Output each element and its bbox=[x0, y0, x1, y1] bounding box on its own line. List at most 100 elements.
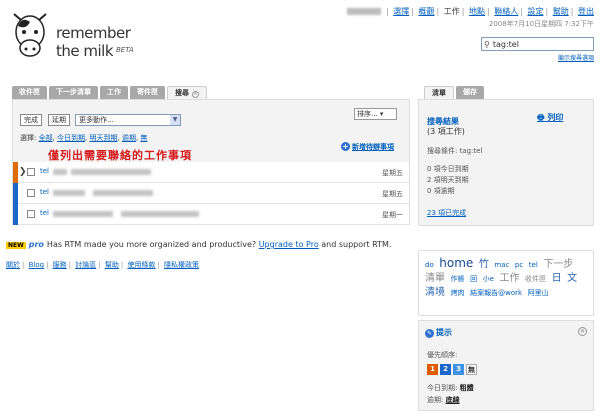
rtm-logo[interactable]: remember the milk BETA bbox=[6, 6, 146, 68]
chevron-down-icon: ▾ bbox=[379, 110, 384, 118]
task-tag[interactable]: tel bbox=[40, 167, 49, 175]
due-today-label: 今日到期: bbox=[427, 384, 458, 392]
tag-cloud-item[interactable]: 作帳 bbox=[451, 275, 465, 283]
tag-cloud-item[interactable]: pc bbox=[515, 261, 523, 269]
footer-blog[interactable]: Blog bbox=[29, 261, 44, 269]
task-tag[interactable]: tel bbox=[40, 188, 49, 196]
nav-help[interactable]: 幫助 bbox=[553, 7, 569, 16]
tag-cloud-item[interactable]: mac bbox=[494, 261, 509, 269]
priority-2-swatch: 2 bbox=[440, 364, 451, 375]
tab-work[interactable]: 工作 bbox=[100, 86, 128, 99]
tag-cloud-item[interactable]: 下一步 bbox=[543, 259, 573, 270]
pro-logo: pro bbox=[28, 240, 44, 249]
task-checkbox[interactable] bbox=[27, 189, 35, 197]
tag-cloud-item[interactable]: home bbox=[439, 256, 473, 270]
tag-cloud-item[interactable]: 烤肉 bbox=[451, 289, 465, 297]
footer-about[interactable]: 關於 bbox=[6, 261, 20, 269]
more-actions-select[interactable]: 更多動作... ▼ bbox=[75, 114, 181, 126]
expand-arrow-icon[interactable]: ❯ bbox=[19, 167, 27, 177]
due-today-tip: 今日到期: 粗體 bbox=[427, 383, 474, 393]
new-badge: NEW bbox=[6, 242, 26, 249]
tab-save[interactable]: 儲存 bbox=[456, 86, 484, 99]
upgrade-to-pro-link[interactable]: Upgrade to Pro bbox=[259, 240, 319, 249]
stat-overdue: 0 項逾期 bbox=[427, 187, 455, 195]
tab-sent[interactable]: 寄件匣 bbox=[130, 86, 165, 99]
tag-cloud-item[interactable]: do bbox=[425, 261, 434, 269]
nav-logout[interactable]: 登出 bbox=[578, 7, 594, 16]
nav-locations[interactable]: 地點 bbox=[469, 7, 485, 16]
tab-inbox[interactable]: 收件匣 bbox=[12, 86, 47, 99]
footer-privacy[interactable]: 隱私權政策 bbox=[164, 261, 199, 269]
postpone-button[interactable]: 延期 bbox=[48, 114, 70, 126]
nav-settings[interactable]: 設定 bbox=[528, 7, 544, 16]
task-name-blurred bbox=[71, 169, 151, 175]
upgrade-promo: NEW pro Has RTM made you more organized an… bbox=[6, 240, 391, 249]
select-label: 選擇: bbox=[20, 134, 37, 142]
close-icon[interactable]: ✕ bbox=[578, 327, 587, 336]
task-row[interactable]: ❯ tel 星期五 bbox=[13, 162, 409, 183]
tab-next-actions[interactable]: 下一步清單 bbox=[49, 86, 98, 99]
select-none-link[interactable]: 無 bbox=[140, 134, 147, 142]
tag-cloud-item[interactable]: 竹 bbox=[479, 259, 489, 270]
select-overdue-link[interactable]: 逾期 bbox=[122, 134, 136, 142]
footer-help[interactable]: 幫助 bbox=[105, 261, 119, 269]
chevron-down-icon: ▼ bbox=[170, 115, 180, 125]
overdue-style: 底線 bbox=[445, 396, 460, 404]
overdue-tip: 逾期: 底線 bbox=[427, 395, 460, 405]
tip-icon: ✎ bbox=[425, 329, 434, 338]
tag-cloud-item[interactable]: 清境 bbox=[425, 287, 445, 298]
task-checkbox[interactable] bbox=[27, 210, 35, 218]
select-due-today-link[interactable]: 今日到期 bbox=[57, 134, 85, 142]
priority-bar bbox=[13, 183, 18, 204]
printer-icon: 🖶 bbox=[537, 113, 545, 122]
add-task-link[interactable]: + 新增待辦事項 bbox=[341, 142, 394, 152]
stat-due-today: 0 項今日到期 bbox=[427, 165, 469, 173]
tag-cloud-item[interactable]: 回 bbox=[470, 275, 477, 283]
completed-link[interactable]: 23 項已完成 bbox=[427, 208, 466, 218]
task-name-blurred bbox=[93, 190, 153, 196]
nav-tasks-current: 工作 bbox=[443, 7, 460, 16]
tips-panel: ✎ 提示 ✕ 優先順序: 1 2 3 無 今日到期: 粗體 逾期: 底線 bbox=[418, 320, 594, 411]
search-options-link[interactable]: 顯示搜尋選項 bbox=[558, 53, 594, 62]
tag-cloud-item[interactable]: 文 bbox=[567, 273, 577, 284]
search-icon: ⚲ bbox=[484, 39, 490, 49]
tab-search[interactable]: 搜尋 ✕ bbox=[167, 86, 207, 99]
sort-select[interactable]: 排序... ▾ bbox=[354, 108, 397, 120]
tag-cloud-item[interactable]: 收件匣 bbox=[525, 275, 546, 283]
plus-icon: + bbox=[341, 142, 350, 151]
close-tab-icon[interactable]: ✕ bbox=[192, 91, 199, 98]
select-due-tomorrow-link[interactable]: 明天到期 bbox=[90, 134, 118, 142]
task-tag[interactable]: tel bbox=[40, 209, 49, 217]
task-row[interactable]: tel 星期一 bbox=[13, 204, 409, 225]
footer-terms[interactable]: 使用條款 bbox=[127, 261, 155, 269]
select-all-link[interactable]: 全部 bbox=[39, 134, 53, 142]
cow-icon bbox=[13, 13, 47, 57]
task-checkbox[interactable] bbox=[27, 168, 35, 176]
tag-cloud-item[interactable]: 工作 bbox=[500, 273, 520, 284]
print-link[interactable]: 🖶 列印 bbox=[537, 112, 563, 126]
nav-contacts[interactable]: 聯絡人 bbox=[494, 7, 518, 16]
task-name-blurred bbox=[53, 169, 67, 175]
priority-order-label: 優先順序: bbox=[427, 351, 458, 359]
task-name-blurred bbox=[53, 211, 113, 217]
tag-cloud-item[interactable]: 小e bbox=[483, 275, 494, 283]
footer-services[interactable]: 服務 bbox=[53, 261, 67, 269]
username-blurred bbox=[347, 8, 381, 15]
tag-cloud-item[interactable]: 阿里山 bbox=[528, 289, 549, 297]
task-due-date: 星期一 bbox=[382, 211, 403, 219]
promo-text-end: and support RTM. bbox=[321, 240, 392, 249]
select-filter-row: 選擇: 全部, 今日到期, 明天到期, 逾期, 無 bbox=[20, 134, 148, 142]
tab-list[interactable]: 清單 bbox=[424, 86, 454, 99]
tag-cloud-item[interactable]: 結案報告@work bbox=[470, 289, 522, 297]
search-input[interactable]: ⚲ tag:tel bbox=[481, 37, 594, 51]
footer-forum[interactable]: 討論區 bbox=[75, 261, 96, 269]
task-name-blurred bbox=[121, 211, 199, 217]
tag-cloud-item[interactable]: tel bbox=[529, 261, 538, 269]
task-row[interactable]: tel 星期五 bbox=[13, 183, 409, 204]
stat-due-tomorrow: 2 項明天到期 bbox=[427, 176, 469, 184]
nav-select[interactable]: 選擇 bbox=[393, 7, 409, 16]
tag-cloud-item[interactable]: 日 bbox=[552, 273, 562, 284]
nav-overview[interactable]: 概觀 bbox=[419, 7, 435, 16]
complete-button[interactable]: 完成 bbox=[20, 114, 42, 126]
tag-cloud-item[interactable]: 清單 bbox=[425, 273, 445, 284]
